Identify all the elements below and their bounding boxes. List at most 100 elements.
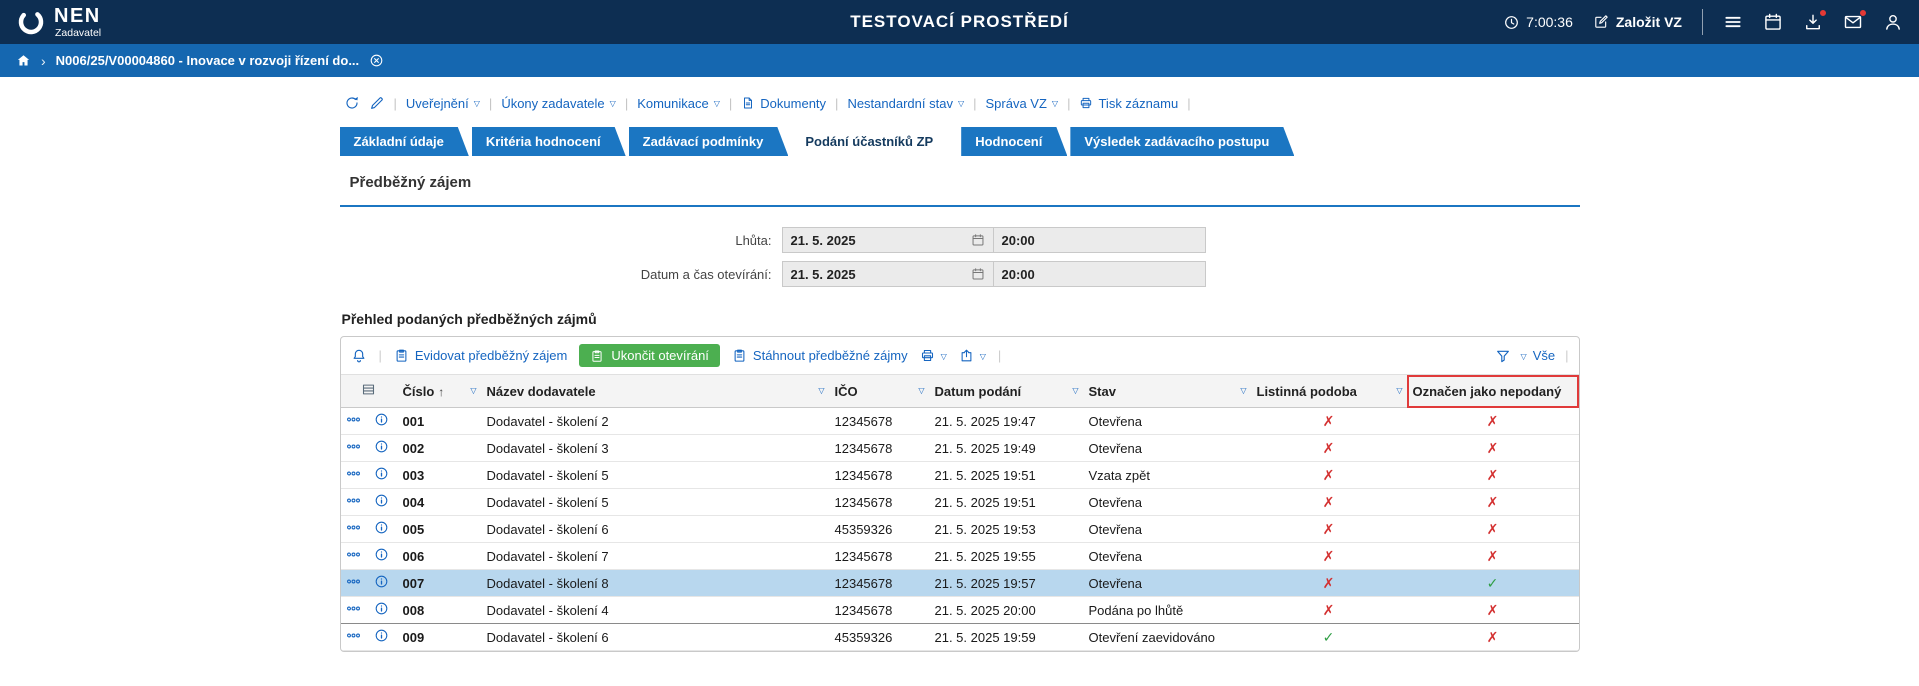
toolbar-separator: |	[728, 95, 733, 111]
column-settings-header[interactable]	[340, 375, 397, 408]
filter-icon[interactable]	[1495, 348, 1511, 364]
row-info-icon[interactable]	[374, 628, 389, 643]
table-row[interactable]: 001 Dodavatel - školení 2 12345678 21. 5. 2…	[340, 407, 1579, 435]
row-menu-icon[interactable]	[346, 628, 361, 643]
row-menu-icon[interactable]	[346, 601, 361, 616]
column-header-nazev-dodavatele[interactable]: Název dodavatele ▽	[480, 375, 829, 408]
table-row[interactable]: 009 Dodavatel - školení 6 45359326 21. 5. 2…	[340, 623, 1579, 651]
table-row[interactable]: 008 Dodavatel - školení 4 12345678 21. 5. 2…	[340, 596, 1579, 624]
table-row[interactable]: 007 Dodavatel - školení 8 12345678 21. 5. 2…	[340, 569, 1579, 597]
calendar-picker-icon[interactable]	[971, 267, 985, 281]
export-button[interactable]: ▽	[959, 348, 986, 363]
table-row[interactable]: 002 Dodavatel - školení 3 12345678 21. 5. 2…	[340, 434, 1579, 462]
cell-submitted: 21. 5. 2025 19:47	[928, 407, 1083, 435]
filter-caret-icon[interactable]: ▽	[1072, 387, 1078, 395]
clipboard-icon	[394, 348, 409, 363]
register-interest-button[interactable]: Evidovat předběžný zájem	[394, 348, 567, 363]
tab-hodnoceni[interactable]: Hodnocení	[961, 127, 1067, 156]
table-row[interactable]: 005 Dodavatel - školení 6 45359326 21. 5. 2…	[340, 515, 1579, 543]
row-info-icon[interactable]	[374, 547, 389, 562]
clipboard-icon	[590, 349, 604, 363]
column-header-oznacen-jako-nepodany[interactable]: Označen jako nepodaný	[1406, 375, 1579, 408]
toolbar-item-tisk-zaznamu[interactable]: Tisk záznamu	[1079, 96, 1178, 111]
table-row[interactable]: 006 Dodavatel - školení 7 12345678 21. 5. 2…	[340, 542, 1579, 570]
row-menu-icon[interactable]	[346, 466, 361, 481]
row-info-icon[interactable]	[374, 412, 389, 427]
tab-vysledek-zadavaciho-postupu[interactable]: Výsledek zadávacího postupu	[1070, 127, 1294, 156]
toolbar-item-sprava-vz[interactable]: Správa VZ ▽	[986, 96, 1059, 111]
notifications-bell-icon[interactable]	[351, 348, 367, 364]
opening-time-field[interactable]: 20:00	[993, 261, 1206, 287]
calendar-icon[interactable]	[1763, 12, 1783, 32]
toolbar-item-ukony-zadavatele[interactable]: Úkony zadavatele ▽	[501, 96, 616, 111]
download-interests-button[interactable]: Stáhnout předběžné zájmy	[732, 348, 908, 363]
row-info-icon[interactable]	[374, 520, 389, 535]
cell-number: 003	[396, 461, 481, 489]
cell-number: 002	[396, 434, 481, 462]
toolbar-item-nestandardni-stav[interactable]: Nestandardní stav ▽	[847, 96, 964, 111]
toolbar-item-uverejneni[interactable]: Uveřejnění ▽	[406, 96, 480, 111]
cell-submitted: 21. 5. 2025 19:57	[928, 569, 1083, 597]
document-icon	[741, 96, 755, 110]
paper-cross-icon: ✗	[1250, 488, 1407, 516]
row-info-icon[interactable]	[374, 466, 389, 481]
print-button[interactable]: ▽	[920, 348, 947, 363]
column-header-stav[interactable]: Stav ▽	[1082, 375, 1251, 408]
breadcrumb-current[interactable]: N006/25/V00004860 - Inovace v rozvoji ří…	[56, 53, 359, 68]
messages-badge	[1859, 9, 1867, 17]
list-title: Přehled podaných předběžných zájmů	[341, 311, 597, 327]
row-info-icon[interactable]	[374, 601, 389, 616]
column-header-ico[interactable]: IČO ▽	[828, 375, 929, 408]
close-record-icon[interactable]	[369, 53, 384, 68]
filter-caret-icon[interactable]: ▽	[470, 387, 476, 395]
unsubmitted-cross-icon: ✗	[1406, 488, 1579, 516]
view-all-dropdown[interactable]: ▽ Vše	[1521, 348, 1556, 363]
column-header-listinna-podoba[interactable]: Listinná podoba ▽	[1250, 375, 1407, 408]
filter-caret-icon[interactable]: ▽	[1396, 387, 1402, 395]
row-menu-icon[interactable]	[346, 547, 361, 562]
downloads-icon[interactable]	[1803, 9, 1827, 32]
app-logo[interactable]: NEN Zadavatel	[16, 6, 101, 39]
opening-date-field[interactable]: 21. 5. 2025	[781, 261, 994, 287]
paper-cross-icon: ✗	[1250, 515, 1407, 543]
tab-kriteria-hodnoceni[interactable]: Kritéria hodnocení	[472, 127, 626, 156]
finish-opening-button[interactable]: Ukončit otevírání	[579, 344, 720, 367]
table-row[interactable]: 004 Dodavatel - školení 5 12345678 21. 5. 2…	[340, 488, 1579, 516]
toolbar-item-dokumenty[interactable]: Dokumenty	[741, 96, 826, 111]
deadline-time-field[interactable]: 20:00	[993, 227, 1206, 253]
column-header-cislo[interactable]: Číslo ↑ ▽	[396, 375, 481, 408]
toolbar-separator: |	[488, 95, 493, 111]
row-info-icon[interactable]	[374, 439, 389, 454]
toolbar-separator: |	[1187, 95, 1191, 111]
toolbar-item-komunikace[interactable]: Komunikace ▽	[637, 96, 720, 111]
row-info-icon[interactable]	[374, 493, 389, 508]
tab-zadavaci-podminky[interactable]: Zadávací podmínky	[629, 127, 789, 156]
row-menu-icon[interactable]	[346, 439, 361, 454]
row-menu-icon[interactable]	[346, 412, 361, 427]
row-info-icon[interactable]	[374, 574, 389, 589]
row-menu-icon[interactable]	[346, 493, 361, 508]
column-settings-icon	[361, 382, 376, 397]
filter-caret-icon[interactable]: ▽	[818, 387, 824, 395]
edit-record-icon[interactable]	[369, 95, 385, 111]
filter-caret-icon[interactable]: ▽	[1240, 387, 1246, 395]
section-title: Předběžný zájem	[339, 170, 1580, 207]
create-vz-button[interactable]: Založit VZ	[1593, 14, 1682, 30]
row-menu-icon[interactable]	[346, 520, 361, 535]
row-menu-icon[interactable]	[346, 574, 361, 589]
user-icon[interactable]	[1883, 12, 1903, 32]
breadcrumb-chevron: ›	[41, 52, 46, 69]
form-row-opening: Datum a čas otevírání: 21. 5. 2025 20:00	[340, 261, 1580, 287]
table-row[interactable]: 003 Dodavatel - školení 5 12345678 21. 5. 2…	[340, 461, 1579, 489]
topbar: NEN Zadavatel TESTOVACÍ PROSTŘEDÍ 7:00:3…	[0, 0, 1919, 44]
refresh-icon[interactable]	[344, 95, 360, 111]
deadline-date-field[interactable]: 21. 5. 2025	[781, 227, 994, 253]
column-header-datum-podani[interactable]: Datum podání ▽	[928, 375, 1083, 408]
menu-icon[interactable]	[1723, 12, 1743, 32]
messages-icon[interactable]	[1843, 9, 1867, 32]
tab-podani-ucastniku-zp[interactable]: Podání účastníků ZP	[791, 127, 958, 156]
calendar-picker-icon[interactable]	[971, 233, 985, 247]
tab-zakladni-udaje[interactable]: Základní údaje	[340, 127, 469, 156]
filter-caret-icon[interactable]: ▽	[918, 387, 924, 395]
home-icon[interactable]	[16, 53, 31, 68]
